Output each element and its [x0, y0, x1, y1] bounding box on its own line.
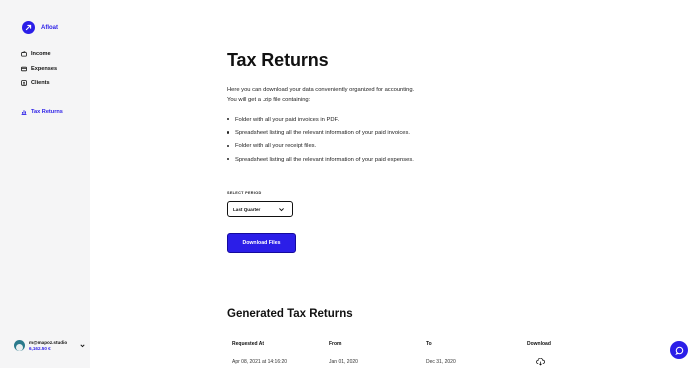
column-header-to: To [426, 341, 432, 347]
column-header-requested-at: Requested At [232, 341, 265, 347]
period-select-value: Last Quarter [233, 206, 261, 212]
intro-line: You will get a .zip file containing: [227, 96, 311, 103]
sidebar: Afloat Income Expenses Clients Tax Retur… [0, 0, 90, 368]
list-item: Spreadsheet listing all the relevant inf… [227, 126, 517, 139]
sidebar-item-label: Clients [31, 80, 50, 87]
sidebar-nav: Income Expenses Clients Tax Returns [21, 47, 63, 115]
table-cell-to: Dec 31, 2020 [426, 359, 456, 365]
chat-button[interactable] [670, 341, 688, 359]
brand-name: Afloat [41, 24, 58, 31]
table-cell-from: Jan 01, 2020 [329, 359, 358, 365]
sidebar-item-label: Tax Returns [31, 109, 63, 116]
sidebar-item-label: Expenses [31, 65, 58, 72]
column-header-download: Download [527, 341, 551, 347]
sidebar-item-tax-returns[interactable]: Tax Returns [21, 105, 63, 120]
list-item: Folder with all your receipt files. [227, 140, 517, 153]
table-cell-requested-at: Apr 08, 2021 at 14:16:20 [232, 359, 288, 365]
contents-list: Folder with all your paid invoices in PD… [227, 113, 517, 166]
card-icon [21, 66, 27, 72]
avatar [14, 340, 25, 351]
account-info: m@mapoz.studio 6,162.50 € [29, 340, 67, 351]
page-title: Tax Returns [227, 50, 329, 70]
download-files-button[interactable]: Download Files [227, 233, 296, 253]
intro-text: Here you can download your data convenie… [227, 86, 487, 105]
list-item: Spreadsheet listing all the relevant inf… [227, 153, 517, 166]
cloud-download-icon[interactable] [536, 357, 545, 368]
list-item: Folder with all your paid invoices in PD… [227, 113, 517, 126]
chart-bars-icon [21, 109, 27, 116]
intro-line: Here you can download your data convenie… [227, 87, 415, 93]
sidebar-item-clients[interactable]: Clients [21, 76, 57, 91]
chat-bubble-icon [674, 346, 684, 355]
column-header-from: From [329, 341, 342, 347]
brand[interactable]: Afloat [22, 21, 58, 34]
sidebar-item-expenses[interactable]: Expenses [21, 62, 57, 77]
contacts-icon [21, 80, 27, 87]
select-period-label: SELECT PERIOD [227, 191, 262, 195]
chevron-down-icon[interactable] [79, 342, 86, 349]
generated-tax-returns-title: Generated Tax Returns [227, 308, 353, 320]
brand-logo-icon [22, 21, 35, 34]
sidebar-item-income[interactable]: Income [21, 47, 57, 62]
sidebar-item-label: Income [31, 51, 51, 58]
account-balance: 6,162.50 € [29, 345, 51, 351]
chevron-down-icon [278, 206, 285, 213]
account-email: m@mapoz.studio [29, 340, 68, 346]
account-switcher[interactable]: m@mapoz.studio 6,162.50 € [14, 340, 86, 351]
wallet-icon [21, 51, 27, 57]
period-select[interactable]: Last Quarter [227, 201, 293, 217]
